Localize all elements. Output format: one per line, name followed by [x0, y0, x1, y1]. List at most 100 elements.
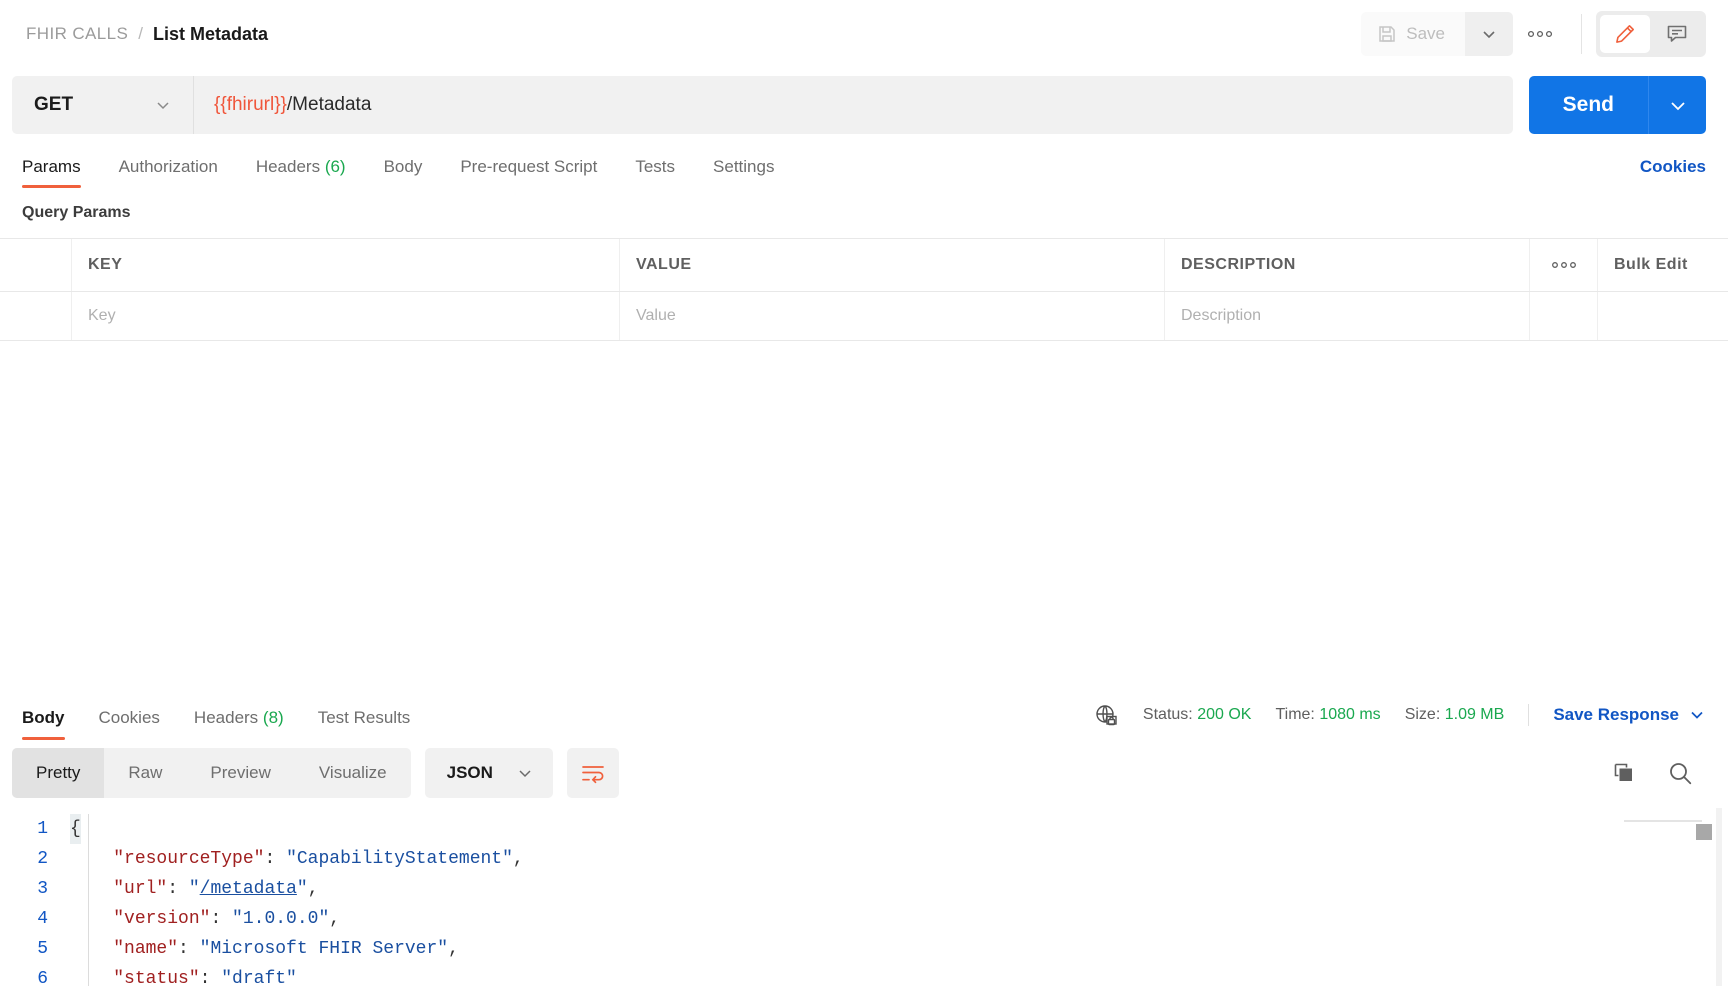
save-button[interactable]: Save: [1361, 12, 1465, 56]
response-tab-test-results-label: Test Results: [317, 708, 411, 727]
search-icon[interactable]: [1667, 760, 1694, 787]
chevron-down-icon: [1688, 706, 1706, 724]
tab-params-label: Params: [22, 157, 81, 176]
ellipsis-icon: [1527, 30, 1553, 38]
response-body-actions: [1611, 760, 1706, 787]
request-more-options-button[interactable]: [1513, 12, 1567, 56]
breadcrumb-collection[interactable]: FHIR CALLS: [26, 24, 128, 44]
json-key: "resourceType": [113, 849, 265, 869]
json-key: "status": [113, 969, 200, 986]
json-key: "url": [113, 879, 168, 899]
param-value-input[interactable]: Value: [620, 292, 1165, 340]
response-language-value: JSON: [446, 763, 493, 782]
comments-pane-button[interactable]: [1652, 15, 1702, 53]
json-value: "CapabilityStatement": [286, 849, 513, 869]
cookies-link[interactable]: Cookies: [1640, 157, 1706, 188]
line-content: "url": "/metadata",: [70, 874, 319, 904]
edit-pane-button[interactable]: [1600, 15, 1650, 53]
code-line: 3 "url": "/metadata",: [0, 874, 1728, 904]
send-dropdown-button[interactable]: [1648, 76, 1706, 134]
response-tab-test-results[interactable]: Test Results: [318, 708, 411, 740]
line-segment: :: [167, 879, 189, 899]
json-value: "Microsoft FHIR Server": [199, 939, 449, 959]
tab-headers[interactable]: Headers (6): [256, 157, 346, 188]
line-segment: :: [210, 909, 233, 929]
response-language-select[interactable]: JSON: [424, 748, 553, 798]
row-checkbox-cell[interactable]: [0, 292, 72, 340]
save-button-label: Save: [1406, 24, 1445, 43]
format-tab-visualize[interactable]: Visualize: [295, 748, 411, 798]
url-variable: {{fhirurl}}: [214, 94, 287, 115]
meta-divider: [1528, 704, 1530, 726]
line-segment: ,: [307, 879, 319, 899]
format-tab-pretty[interactable]: Pretty: [12, 748, 105, 798]
line-segment: :: [264, 849, 287, 869]
tab-settings[interactable]: Settings: [713, 157, 774, 188]
time-value: 1080 ms: [1319, 706, 1381, 723]
line-segment: [70, 849, 113, 869]
size-label: Size:: [1404, 706, 1441, 723]
line-number: 6: [37, 969, 48, 986]
http-method-value: GET: [34, 94, 74, 115]
format-tab-preview[interactable]: Preview: [186, 748, 294, 798]
param-key-input[interactable]: Key: [72, 292, 620, 340]
send-button[interactable]: Send: [1528, 76, 1648, 134]
line-number: 1: [37, 819, 48, 839]
response-tab-headers[interactable]: Headers (8): [194, 708, 284, 740]
json-key: "version": [113, 909, 211, 929]
code-vertical-scrollbar-thumb[interactable]: [1696, 824, 1712, 840]
save-dropdown-button[interactable]: [1465, 12, 1513, 56]
time-label: Time:: [1275, 706, 1315, 723]
size-badge: Size: 1.09 MB: [1405, 706, 1505, 724]
param-description-input[interactable]: Description: [1165, 292, 1530, 340]
row-bulk-cell: [1598, 292, 1728, 340]
globe-lock-icon[interactable]: [1093, 702, 1119, 728]
tab-tests-label: Tests: [635, 157, 676, 176]
bulk-edit-button[interactable]: Bulk Edit: [1598, 239, 1728, 291]
response-tab-cookies[interactable]: Cookies: [99, 708, 160, 740]
response-body-code[interactable]: 1 { 2 "resourceType": "CapabilityStateme…: [0, 808, 1728, 986]
json-value: "draft": [221, 969, 297, 986]
response-tabs: Body Cookies Headers (8) Test Results St…: [0, 688, 1728, 740]
line-number: 5: [37, 939, 48, 959]
save-response-button[interactable]: Save Response: [1553, 705, 1706, 725]
url-path: /Metadata: [286, 94, 372, 115]
code-scroll-indicator: [1624, 820, 1702, 822]
top-bar-actions: Save: [1361, 11, 1706, 57]
tab-tests[interactable]: Tests: [635, 157, 675, 188]
tab-authorization[interactable]: Authorization: [119, 157, 218, 188]
code-vertical-scrollbar[interactable]: [1716, 808, 1722, 986]
http-method-select[interactable]: GET: [12, 76, 194, 134]
size-value: 1.09 MB: [1444, 706, 1505, 723]
line-number: 4: [37, 909, 48, 929]
tab-params[interactable]: Params: [22, 157, 81, 188]
chevron-down-icon: [515, 763, 535, 783]
url-input[interactable]: {{fhirurl}}/Metadata: [194, 76, 1513, 134]
format-tab-raw[interactable]: Raw: [104, 748, 186, 798]
tab-pre-request-script[interactable]: Pre-request Script: [460, 157, 597, 188]
comment-icon: [1665, 22, 1689, 46]
breadcrumb-request-name[interactable]: List Metadata: [153, 24, 268, 45]
query-params-table: KEY VALUE DESCRIPTION Bulk Edit Key Valu…: [0, 238, 1728, 341]
line-segment: [70, 879, 113, 899]
request-tabs: Params Authorization Headers (6) Body Pr…: [0, 142, 1728, 188]
line-segment: ,: [448, 939, 459, 959]
save-button-group: Save: [1361, 12, 1513, 56]
line-content: "status": "draft": [70, 964, 297, 986]
line-segment: ": [188, 879, 200, 899]
line-segment: ,: [329, 909, 341, 929]
line-segment: ,: [512, 849, 524, 869]
query-params-more-button[interactable]: [1530, 239, 1598, 291]
query-params-header-row: KEY VALUE DESCRIPTION Bulk Edit: [0, 239, 1728, 292]
code-line: 4 "version": "1.0.0.0",: [0, 904, 1728, 934]
tab-body[interactable]: Body: [384, 157, 423, 188]
word-wrap-button[interactable]: [566, 748, 619, 798]
response-format-bar: Pretty Raw Preview Visualize JSON: [0, 740, 1728, 808]
response-tab-body[interactable]: Body: [22, 708, 65, 740]
right-pane-toggle-group: [1596, 11, 1706, 57]
ellipsis-icon: [1551, 261, 1577, 269]
json-value-link[interactable]: /metadata: [200, 879, 297, 899]
postman-request-view: FHIR CALLS / List Metadata Save GET {{fh…: [0, 0, 1728, 986]
toolbar-divider: [1581, 14, 1582, 54]
copy-icon[interactable]: [1611, 760, 1637, 786]
